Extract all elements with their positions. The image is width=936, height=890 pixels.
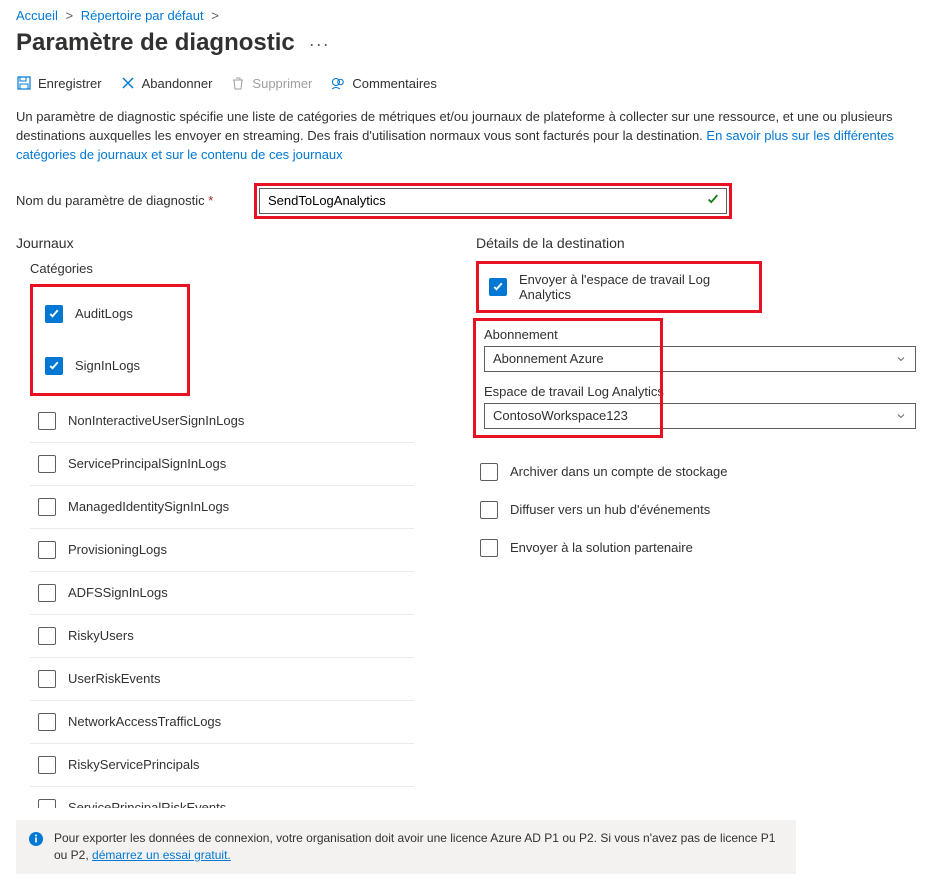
checkbox-managedidentitysigninlogs[interactable] [38,498,56,516]
chevron-right-icon: > [62,8,78,23]
feedback-button[interactable]: Commentaires [330,75,437,91]
breadcrumb-directory[interactable]: Répertoire par défaut [81,8,204,23]
categories-heading: Catégories [30,261,454,276]
checkbox-noninteractiveusersigninlogs[interactable] [38,412,56,430]
send-law-label: Envoyer à l'espace de travail Log Analyt… [519,272,749,302]
category-label: ServicePrincipalRiskEvents [68,800,226,808]
checkbox-serviceprincipalsigninlogs[interactable] [38,455,56,473]
save-label: Enregistrer [38,76,102,91]
eventhub-label: Diffuser vers un hub d'événements [510,502,710,517]
category-label: ManagedIdentitySignInLogs [68,499,229,514]
close-icon [120,75,136,91]
checkbox-archive[interactable] [480,463,498,481]
checkbox-partner[interactable] [480,539,498,557]
workspace-label: Espace de travail Log Analytics [484,384,916,399]
category-label: SignInLogs [75,358,140,373]
setting-name-label: Nom du paramètre de diagnostic * [16,193,248,208]
checkbox-serviceprincipalriskevents[interactable] [38,799,56,808]
category-row[interactable]: ManagedIdentitySignInLogs [30,486,414,529]
delete-button: Supprimer [230,75,312,91]
partner-label: Envoyer à la solution partenaire [510,540,693,555]
setting-name-input-wrap [259,188,727,214]
feedback-label: Commentaires [352,76,437,91]
feedback-icon [330,75,346,91]
category-row[interactable]: NonInteractiveUserSignInLogs [30,400,414,443]
chevron-right-icon: > [207,8,223,23]
category-label: UserRiskEvents [68,671,160,686]
category-label: RiskyUsers [68,628,134,643]
category-label: RiskyServicePrincipals [68,757,199,772]
category-row[interactable]: NetworkAccessTrafficLogs [30,701,414,744]
category-label: ProvisioningLogs [68,542,167,557]
check-icon [706,192,720,209]
start-trial-link[interactable]: démarrez un essai gratuit. [92,848,231,862]
eventhub-option[interactable]: Diffuser vers un hub d'événements [476,491,924,529]
subscription-label: Abonnement [484,327,916,342]
breadcrumb-home[interactable]: Accueil [16,8,58,23]
checkbox-riskyserviceprincipals[interactable] [38,756,56,774]
checkbox-eventhub[interactable] [480,501,498,519]
save-icon [16,75,32,91]
description-text: Un paramètre de diagnostic spécifie une … [16,108,916,165]
category-label: AuditLogs [75,306,133,321]
category-row[interactable]: ServicePrincipalSignInLogs [30,443,414,486]
category-row[interactable]: ServicePrincipalRiskEvents [30,787,414,808]
save-button[interactable]: Enregistrer [16,75,102,91]
chevron-down-icon [895,410,907,422]
discard-label: Abandonner [142,76,213,91]
checkbox-userriskevents[interactable] [38,670,56,688]
category-label: ADFSSignInLogs [68,585,168,600]
toolbar: Enregistrer Abandonner Supprimer Comment… [16,75,920,92]
category-label: NetworkAccessTrafficLogs [68,714,221,729]
partner-option[interactable]: Envoyer à la solution partenaire [476,529,924,567]
category-row[interactable]: SignInLogs [37,345,183,387]
logs-heading: Journaux [16,235,454,251]
info-icon [28,831,44,847]
checkbox-provisioninglogs[interactable] [38,541,56,559]
workspace-select[interactable]: ContosoWorkspace123 [484,403,916,429]
category-row[interactable]: ADFSSignInLogs [30,572,414,615]
delete-label: Supprimer [252,76,312,91]
discard-button[interactable]: Abandonner [120,75,213,91]
category-row[interactable]: RiskyServicePrincipals [30,744,414,787]
categories-scroll[interactable]: AuditLogs SignInLogs NonInteractiveUserS… [16,284,454,808]
archive-label: Archiver dans un compte de stockage [510,464,728,479]
category-label: NonInteractiveUserSignInLogs [68,413,244,428]
breadcrumb: Accueil > Répertoire par défaut > [16,8,920,23]
category-row[interactable]: RiskyUsers [30,615,414,658]
workspace-value: ContosoWorkspace123 [493,408,628,423]
more-actions-button[interactable]: ··· [309,34,330,55]
subscription-select[interactable]: Abonnement Azure [484,346,916,372]
chevron-down-icon [895,353,907,365]
checkbox-networkaccesstrafficlogs[interactable] [38,713,56,731]
destination-heading: Détails de la destination [476,235,924,251]
checkbox-auditlogs[interactable] [45,305,63,323]
checkbox-riskyusers[interactable] [38,627,56,645]
category-label: ServicePrincipalSignInLogs [68,456,226,471]
subscription-value: Abonnement Azure [493,351,604,366]
setting-name-input[interactable] [268,193,718,208]
category-row[interactable]: AuditLogs [37,293,183,335]
archive-option[interactable]: Archiver dans un compte de stockage [476,453,924,491]
checkbox-signinlogs[interactable] [45,357,63,375]
trash-icon [230,75,246,91]
category-row[interactable]: ProvisioningLogs [30,529,414,572]
checkbox-send-law[interactable] [489,278,507,296]
category-row[interactable]: UserRiskEvents [30,658,414,701]
page-title: Paramètre de diagnostic [16,29,295,57]
checkbox-adfssigninlogs[interactable] [38,584,56,602]
